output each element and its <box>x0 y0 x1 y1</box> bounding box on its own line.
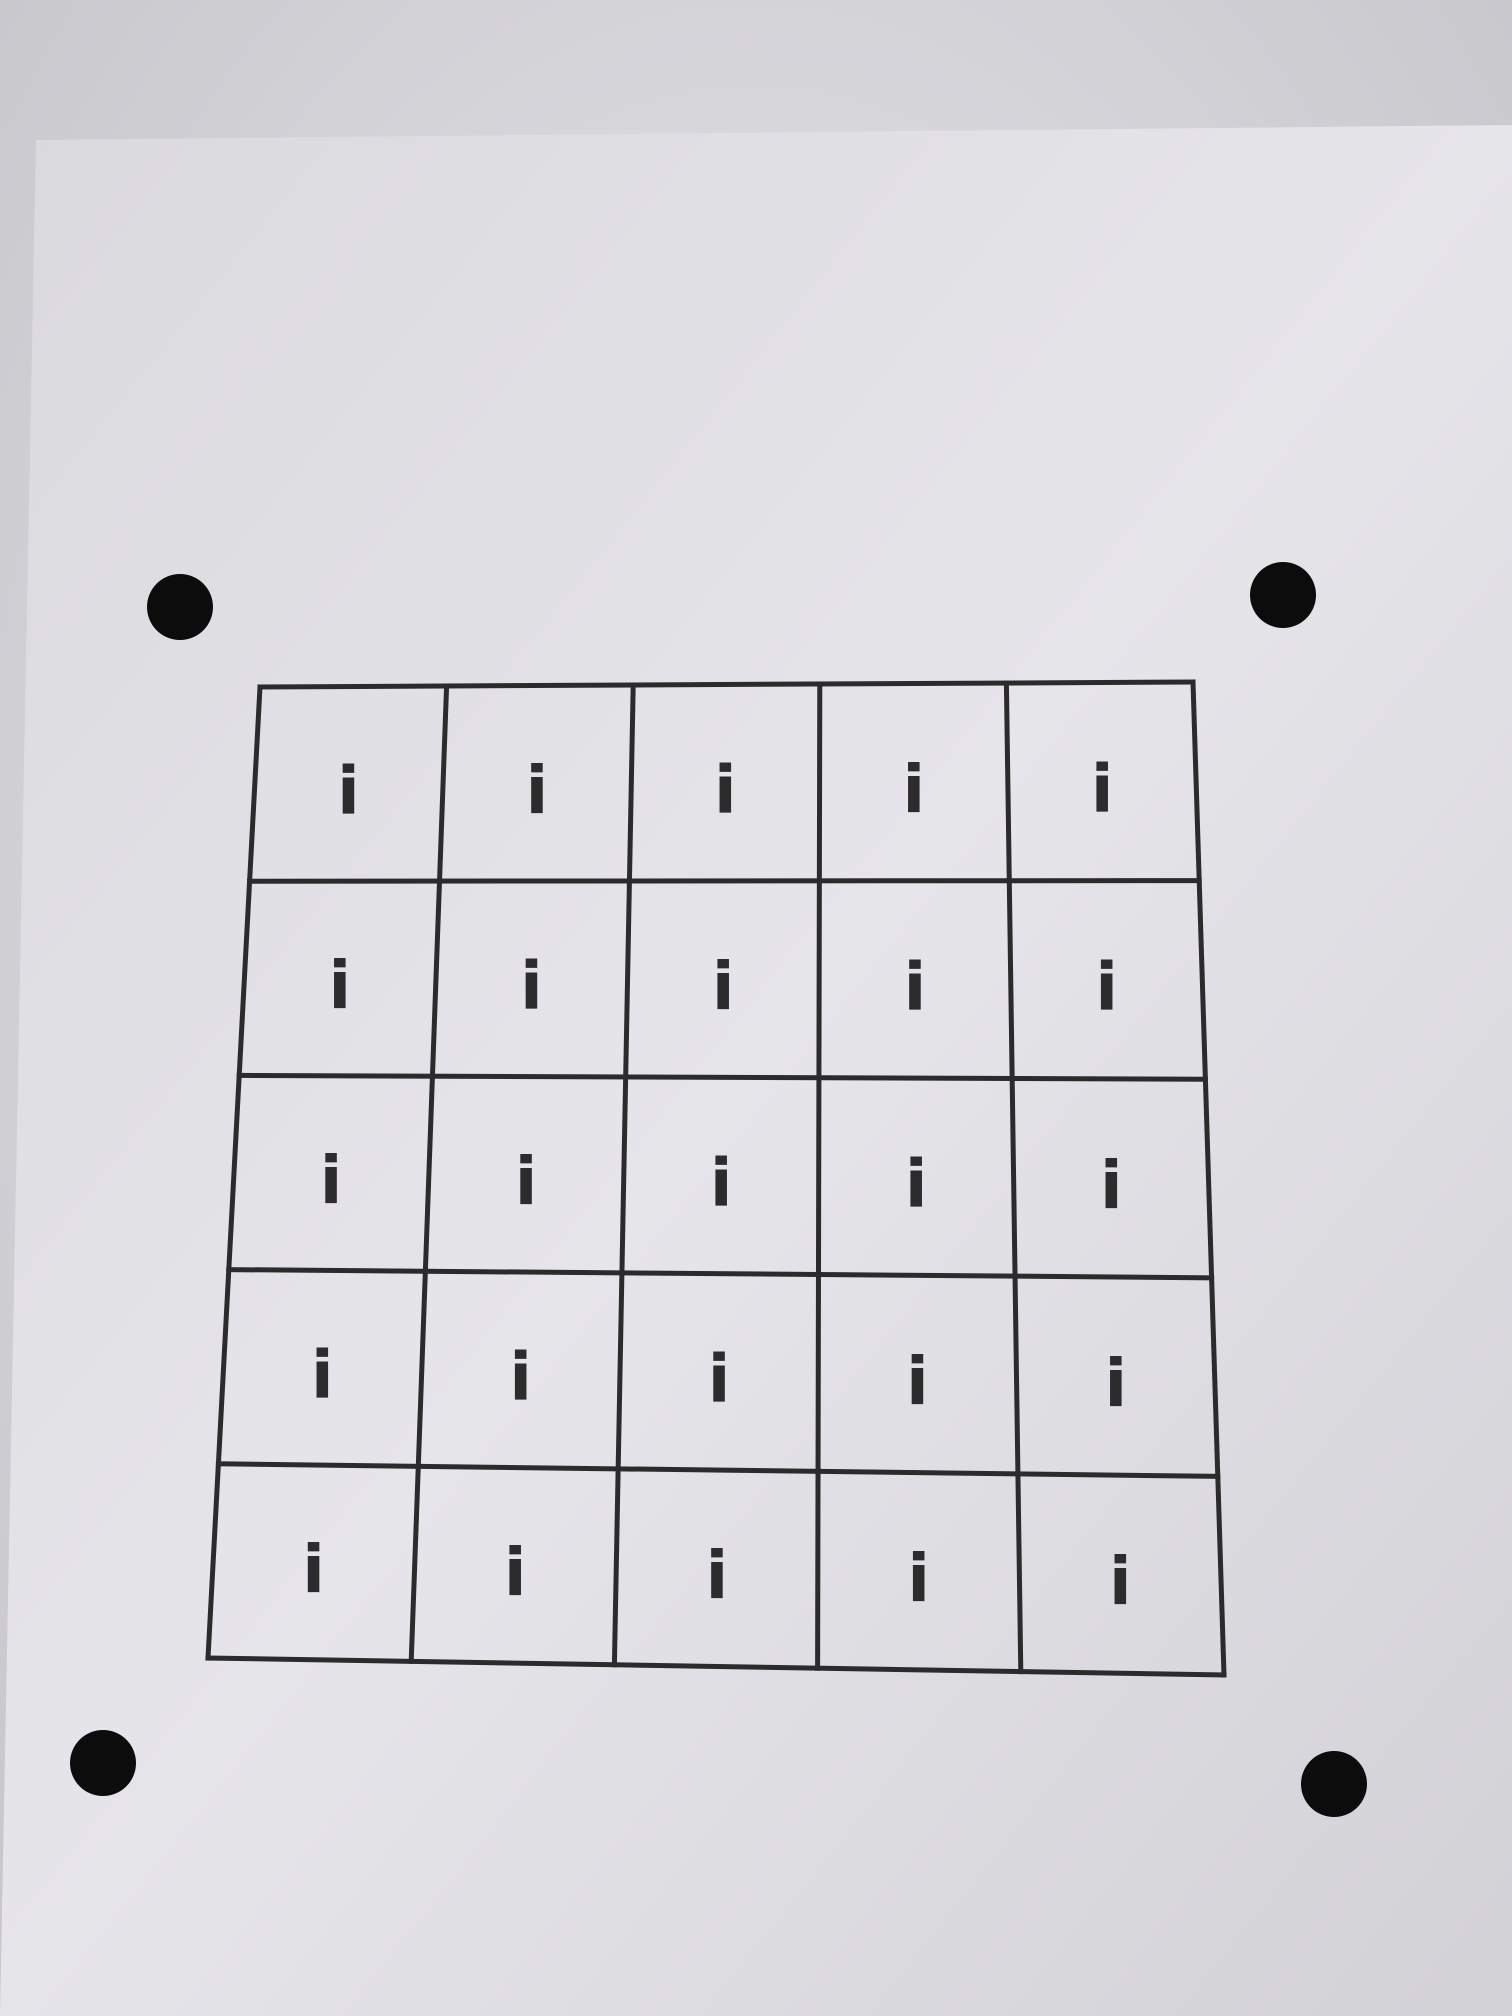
cell-letter: i <box>520 948 543 1025</box>
registration-dot <box>1250 562 1316 628</box>
cell-letter: i <box>328 947 351 1024</box>
cell-letter: i <box>710 1144 733 1221</box>
paper <box>0 125 1512 2016</box>
cell-letter: i <box>902 751 925 828</box>
cell-letter: i <box>1105 1345 1128 1422</box>
cell-letter: i <box>1091 750 1114 827</box>
cell-letter: i <box>320 1142 343 1219</box>
cell-letter: i <box>1095 949 1118 1026</box>
cell-letter: i <box>905 1146 928 1223</box>
grid-column-line <box>815 681 823 1671</box>
cell-letter: i <box>907 1540 930 1617</box>
cell-letter: i <box>302 1531 325 1608</box>
cell-letter: i <box>337 753 360 830</box>
photo-background: i i i i i i i i i i i i i i i i i i i i i i i i i <box>0 0 1512 2016</box>
cell-letter: i <box>509 1339 532 1416</box>
cell-letter: i <box>904 948 927 1025</box>
registration-dot <box>147 574 213 640</box>
cell-letter: i <box>712 948 735 1025</box>
cell-letter: i <box>504 1534 527 1611</box>
cell-letter: i <box>906 1343 929 1420</box>
cell-letter: i <box>708 1341 731 1418</box>
cell-letter: i <box>714 752 737 829</box>
cell-letter: i <box>1100 1147 1123 1224</box>
cell-letter: i <box>1109 1543 1132 1620</box>
grid-row-line <box>247 878 1202 884</box>
cell-letter: i <box>311 1336 334 1413</box>
registration-dot <box>1301 1751 1367 1817</box>
cell-letter: i <box>706 1537 729 1614</box>
registration-dot <box>70 1730 136 1796</box>
cell-letter: i <box>515 1143 538 1220</box>
paper-sheet: i i i i i i i i i i i i i i i i i i i i i i i i i <box>0 125 1512 2016</box>
cell-letter: i <box>526 752 549 829</box>
